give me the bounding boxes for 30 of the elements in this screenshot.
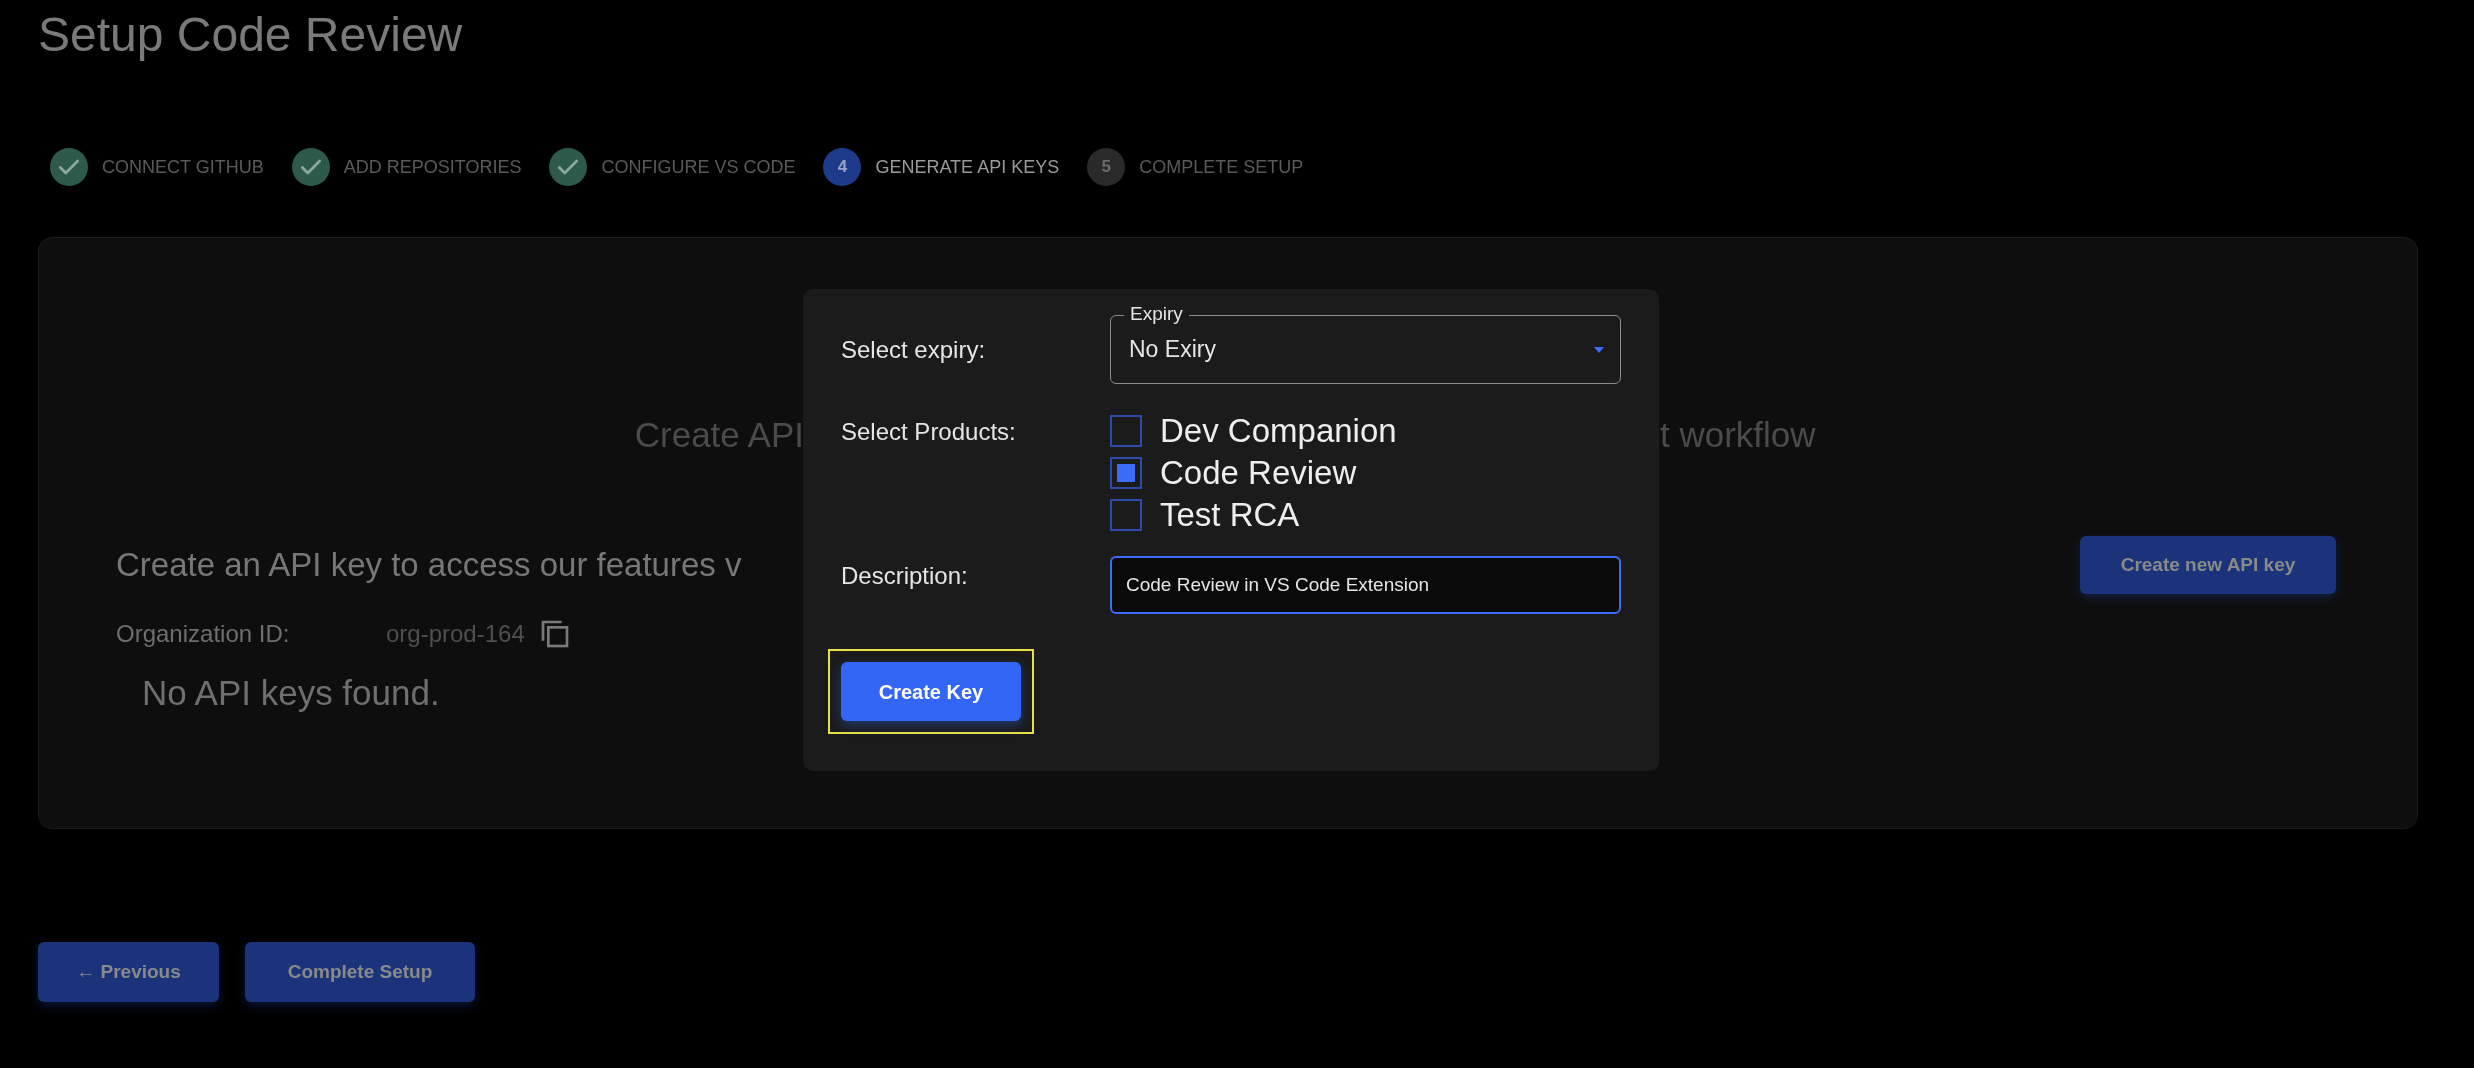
step-number: 5	[1087, 148, 1126, 186]
expiry-value: No Exiry	[1129, 335, 1216, 365]
step-label: ADD REPOSITORIES	[343, 155, 522, 179]
product-checkbox[interactable]	[1110, 499, 1142, 531]
product-checkbox[interactable]	[1110, 457, 1142, 489]
product-label: Test RCA	[1160, 495, 1300, 535]
product-label: Dev Companion	[1160, 411, 1397, 451]
step-label: GENERATE API KEYS	[875, 155, 1060, 179]
expiry-label: Select expiry:	[841, 334, 987, 365]
description-field[interactable]: Code Review in VS Code Extension	[1110, 556, 1621, 614]
product-checkbox[interactable]	[1110, 415, 1142, 447]
complete-setup-button[interactable]: Complete Setup	[245, 942, 475, 1002]
org-id-value: org-prod-164	[386, 619, 525, 649]
step-label: COMPLETE SETUP	[1139, 155, 1304, 179]
empty-state-text: No API keys found.	[142, 672, 440, 714]
card-heading: Create API	[634, 414, 804, 456]
create-key-button[interactable]: Create Key	[841, 662, 1021, 721]
intro-text: Create an API key to access our features v	[116, 545, 742, 585]
caret-icon	[1594, 346, 1604, 353]
step-number: 4	[823, 148, 862, 186]
description-label: Description:	[841, 561, 969, 591]
step-label: CONFIGURE VS CODE	[601, 155, 796, 179]
card-heading: t workflow	[1660, 414, 1816, 456]
page-title: Setup Code Review	[38, 7, 463, 63]
org-id-label: Organization ID:	[116, 619, 291, 649]
products-label: Select Products:	[841, 417, 1017, 447]
previous-button[interactable]: ← Previous	[38, 942, 219, 1002]
create-new-api-key-button[interactable]: Create new API key	[2080, 536, 2336, 594]
step-label: CONNECT GITHUB	[102, 155, 264, 179]
product-label: Code Review	[1160, 453, 1357, 493]
